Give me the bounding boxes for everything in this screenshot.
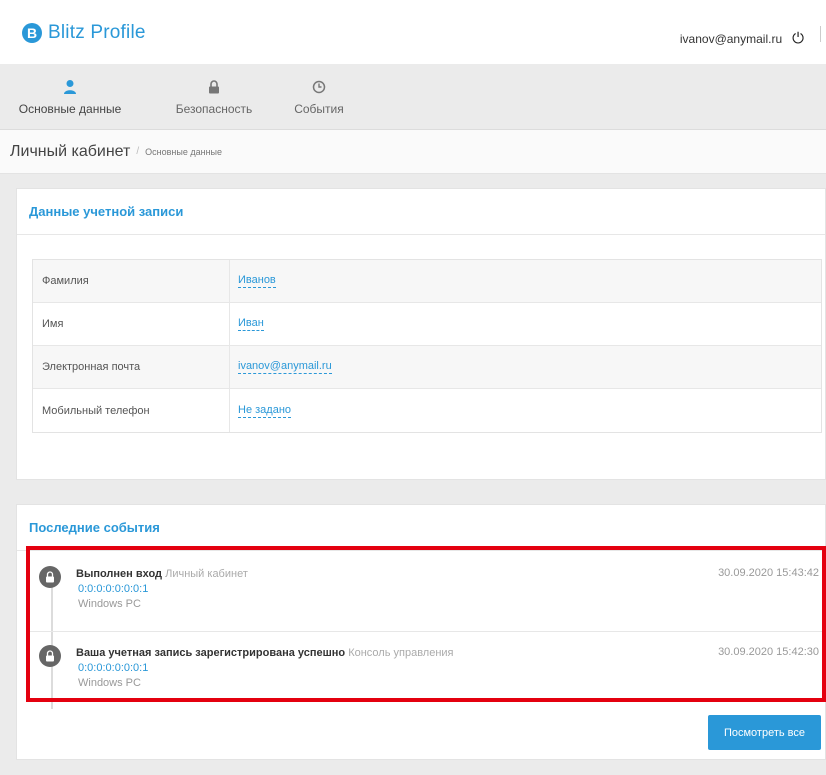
lock-icon — [39, 645, 61, 667]
list-item: Выполнен вход Личный кабинет 0:0:0:0:0:0… — [29, 553, 824, 631]
event-time: 30.09.2020 15:43:42 — [718, 567, 819, 579]
app-logo[interactable]: B Blitz Profile — [22, 22, 146, 44]
email-value[interactable]: ivanov@anymail.ru — [238, 360, 332, 374]
events-panel-title: Последние события — [17, 505, 825, 551]
field-label: Мобильный телефон — [33, 389, 230, 432]
tab-events[interactable]: События — [284, 64, 354, 130]
lock-icon — [39, 566, 61, 588]
event-device: Windows PC — [78, 598, 141, 610]
tab-label: Основные данные — [18, 102, 122, 116]
main-tabs: Основные данные Безопасность События — [0, 64, 826, 130]
user-icon — [64, 80, 76, 94]
account-row-surname: Фамилия Иванов — [33, 260, 821, 303]
user-email[interactable]: ivanov@anymail.ru — [680, 32, 782, 46]
event-title: Выполнен вход — [76, 568, 163, 580]
clock-icon — [312, 80, 326, 94]
account-row-email: Электронная почта ivanov@anymail.ru — [33, 346, 821, 389]
event-time: 30.09.2020 15:42:30 — [718, 646, 819, 658]
tab-security[interactable]: Безопасность — [150, 64, 278, 130]
first-name-value[interactable]: Иван — [238, 317, 264, 331]
breadcrumb: Личный кабинет / Основные данные — [0, 130, 826, 174]
list-item: Ваша учетная запись зарегистрирована усп… — [29, 631, 824, 709]
app-name: Blitz Profile — [48, 22, 146, 43]
top-bar: B Blitz Profile ivanov@anymail.ru ⏻ — [0, 0, 826, 64]
tab-basic-data[interactable]: Основные данные — [0, 64, 140, 130]
user-menu: ivanov@anymail.ru ⏻ — [680, 30, 804, 47]
event-ip[interactable]: 0:0:0:0:0:0:0:1 — [78, 661, 454, 676]
power-icon[interactable]: ⏻ — [792, 30, 804, 47]
event-source: Личный кабинет — [165, 568, 248, 580]
field-label: Фамилия — [33, 260, 230, 302]
events-panel: Последние события Выполнен вход Личный к… — [16, 504, 826, 760]
field-label: Электронная почта — [33, 346, 230, 388]
breadcrumb-separator: / — [136, 146, 140, 157]
lock-icon — [209, 80, 219, 94]
account-row-phone: Мобильный телефон Не задано — [33, 389, 821, 432]
breadcrumb-current: Основные данные — [145, 146, 223, 157]
menu-edge-icon[interactable] — [820, 26, 826, 42]
event-title: Ваша учетная запись зарегистрирована усп… — [76, 647, 346, 659]
field-label: Имя — [33, 303, 230, 345]
events-list: Выполнен вход Личный кабинет 0:0:0:0:0:0… — [29, 553, 824, 709]
account-row-name: Имя Иван — [33, 303, 821, 346]
account-panel: Данные учетной записи Фамилия Иванов Имя… — [16, 188, 826, 480]
event-source: Консоль управления — [348, 647, 454, 659]
event-ip[interactable]: 0:0:0:0:0:0:0:1 — [78, 582, 248, 597]
page-title: Личный кабинет — [10, 142, 131, 160]
tab-label: Безопасность — [175, 102, 253, 116]
account-panel-title: Данные учетной записи — [17, 189, 825, 235]
view-all-button[interactable]: Посмотреть все — [708, 715, 821, 750]
tab-label: События — [294, 102, 344, 116]
event-device: Windows PC — [78, 677, 141, 689]
surname-value[interactable]: Иванов — [238, 274, 276, 288]
phone-value[interactable]: Не задано — [238, 404, 292, 418]
logo-b-icon: B — [22, 23, 42, 43]
account-table: Фамилия Иванов Имя Иван Электронная почт… — [32, 259, 822, 433]
